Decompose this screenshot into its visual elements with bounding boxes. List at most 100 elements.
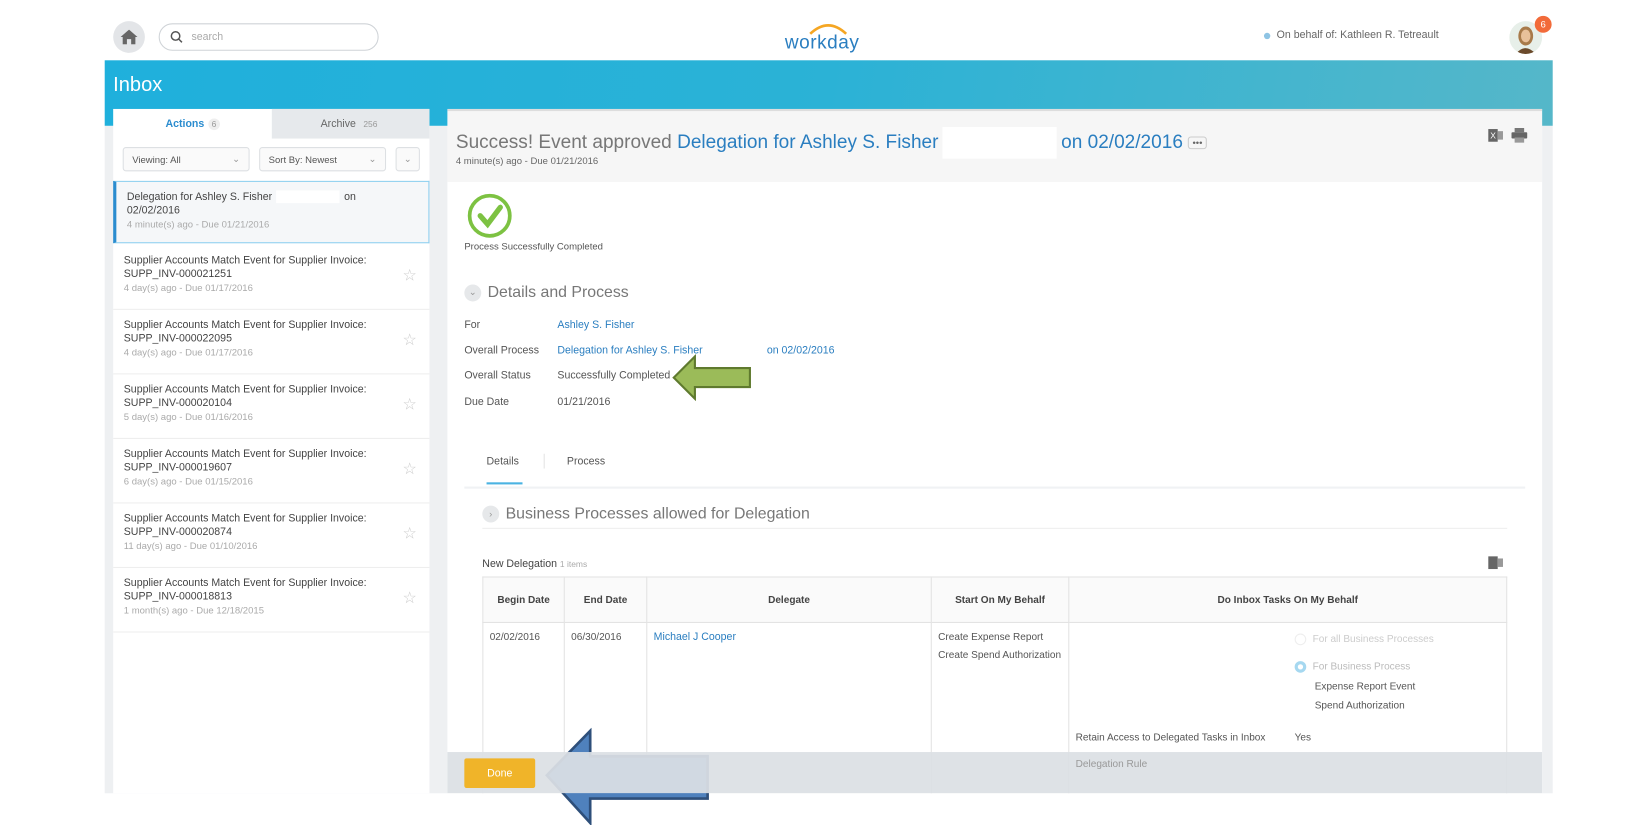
item-title: Supplier Accounts Match Event for Suppli…: [123, 383, 367, 396]
column-header: Delegate: [646, 576, 932, 623]
event-link[interactable]: Delegation for Ashley S. Fisher: [677, 131, 938, 152]
search-placeholder: search: [191, 31, 224, 43]
section-divider: [482, 527, 1508, 529]
item-id: SUPP_INV-000018813: [123, 591, 232, 603]
retain-access-value: Yes: [1294, 731, 1312, 744]
viewing-dropdown[interactable]: Viewing: All ⌄: [122, 147, 250, 172]
search-icon: [170, 30, 183, 43]
due-date-label: Due Date: [464, 396, 510, 409]
star-icon[interactable]: ☆: [403, 461, 417, 477]
for-link[interactable]: Ashley S. Fisher: [557, 319, 634, 331]
more-options-dropdown[interactable]: ⌄: [395, 147, 420, 172]
item-title: Delegation for Ashley S. Fisher on: [126, 190, 356, 204]
delegate-link[interactable]: Michael J Cooper: [654, 631, 736, 643]
detail-title: Success! Event approved Delegation for A…: [456, 126, 1207, 159]
overall-process-label: Overall Process: [464, 344, 539, 357]
tab-actions[interactable]: Actions 6: [113, 109, 272, 139]
overall-status-label: Overall Status: [464, 370, 531, 382]
column-header: Start On My Behalf: [930, 576, 1070, 623]
start-item: Create Expense Report: [938, 631, 1044, 644]
process-status-text: Process Successfully Completed: [464, 241, 603, 252]
item-meta: 5 day(s) ago - Due 01/16/2016: [123, 411, 253, 423]
overall-process-link-date[interactable]: on 02/02/2016: [767, 345, 835, 357]
table-header-row: Begin Date End Date Delegate Start On My…: [482, 576, 1508, 623]
star-icon[interactable]: ☆: [403, 526, 417, 542]
list-item[interactable]: Supplier Accounts Match Event for Suppli…: [113, 439, 430, 504]
star-icon[interactable]: ☆: [403, 268, 417, 284]
list-item[interactable]: Supplier Accounts Match Event for Suppli…: [113, 503, 430, 568]
radio-business-process[interactable]: For Business Process: [1294, 661, 1410, 673]
column-header: End Date: [563, 576, 648, 623]
event-link-date[interactable]: on 02/02/2016: [1061, 131, 1183, 152]
details-process-section[interactable]: ⌄ Details and Process: [464, 283, 629, 301]
inbox-list-panel: Actions 6 Archive 256 Viewing: All ⌄ Sort B…: [113, 108, 430, 794]
excel-export-icon[interactable]: X: [1488, 128, 1503, 143]
column-header: Do Inbox Tasks On My Behalf: [1068, 576, 1508, 623]
tab-divider: [543, 453, 545, 469]
item-title: Supplier Accounts Match Event for Suppli…: [123, 577, 367, 590]
success-check-icon: [467, 193, 512, 238]
delegation-rule-label: Delegation Rule: [1075, 758, 1148, 771]
done-button[interactable]: Done: [464, 758, 536, 788]
active-tab-indicator: [486, 482, 523, 485]
tab-process[interactable]: Process: [567, 456, 605, 468]
svg-text:X: X: [1490, 131, 1496, 141]
for-label: For: [464, 319, 481, 332]
item-meta: 11 day(s) ago - Due 01/10/2016: [123, 540, 258, 552]
footer-bar: Done: [447, 752, 1543, 794]
business-processes-section[interactable]: › Business Processes allowed for Delegati…: [482, 505, 810, 523]
related-actions-icon[interactable]: •••: [1188, 136, 1207, 150]
table-title: New Delegation 1 items: [482, 558, 588, 571]
excel-export-icon[interactable]: [1488, 555, 1503, 570]
radio-all-processes[interactable]: For all Business Processes: [1294, 633, 1434, 646]
chevron-right-icon: ›: [482, 505, 500, 522]
tab-archive[interactable]: Archive 256: [271, 108, 430, 139]
status-dot-icon: [1263, 32, 1271, 39]
overall-status-value: Successfully Completed: [557, 370, 671, 382]
list-item[interactable]: Supplier Accounts Match Event for Suppli…: [113, 568, 430, 633]
print-icon[interactable]: [1511, 127, 1528, 143]
item-title: Supplier Accounts Match Event for Suppli…: [123, 254, 367, 267]
item-date: 02/02/2016: [126, 205, 180, 217]
header-actions: X: [1488, 127, 1528, 143]
tab-details[interactable]: Details: [487, 456, 519, 468]
star-icon[interactable]: ☆: [403, 397, 417, 413]
item-meta: 4 minute(s) ago - Due 01/21/2016: [126, 218, 270, 230]
sort-dropdown[interactable]: Sort By: Newest ⌄: [259, 147, 387, 172]
page-title: Inbox: [113, 74, 163, 97]
home-icon: [120, 29, 138, 45]
start-item: Create Spend Authorization: [938, 649, 1062, 662]
on-behalf-indicator[interactable]: On behalf of: Kathleen R. Tetreault: [1263, 30, 1439, 41]
business-process-item: Expense Report Event: [1314, 681, 1416, 693]
chevron-down-icon: ⌄: [232, 153, 241, 164]
item-meta: 1 month(s) ago - Due 12/18/2015: [123, 605, 264, 616]
business-process-item: Spend Authorization: [1314, 700, 1405, 712]
list-item[interactable]: Supplier Accounts Match Event for Suppli…: [113, 310, 430, 375]
item-id: SUPP_INV-000020104: [123, 397, 232, 410]
chevron-down-icon: ⌄: [403, 153, 412, 164]
item-title: Supplier Accounts Match Event for Suppli…: [123, 319, 367, 332]
tabs-divider: [464, 486, 1526, 489]
item-id: SUPP_INV-000021251: [123, 268, 232, 281]
item-meta: 4 day(s) ago - Due 01/17/2016: [123, 346, 253, 358]
green-arrow-annotation: [672, 354, 751, 401]
star-icon[interactable]: ☆: [403, 590, 417, 606]
list-item[interactable]: Supplier Accounts Match Event for Suppli…: [113, 374, 430, 439]
item-id: SUPP_INV-000019607: [123, 462, 232, 474]
item-id: SUPP_INV-000020874: [123, 526, 232, 539]
detail-panel: Success! Event approved Delegation for A…: [447, 108, 1543, 794]
chevron-down-icon: ⌄: [464, 283, 482, 301]
workday-logo[interactable]: workday: [785, 19, 872, 55]
chevron-down-icon: ⌄: [368, 153, 377, 164]
item-title: Supplier Accounts Match Event for Suppli…: [123, 512, 367, 525]
item-meta: 6 day(s) ago - Due 01/15/2016: [123, 475, 253, 487]
notification-badge[interactable]: 6: [1534, 15, 1552, 33]
due-date-value: 01/21/2016: [557, 396, 611, 409]
star-icon[interactable]: ☆: [403, 332, 417, 348]
detail-subtitle: 4 minute(s) ago - Due 01/21/2016: [455, 155, 599, 167]
item-title: Supplier Accounts Match Event for Suppli…: [123, 448, 367, 461]
list-item[interactable]: Supplier Accounts Match Event for Suppli…: [113, 245, 430, 310]
home-button[interactable]: [113, 21, 145, 53]
list-item-selected[interactable]: Delegation for Ashley S. Fisher on 02/02/…: [113, 180, 430, 244]
search-input[interactable]: search: [158, 23, 379, 51]
